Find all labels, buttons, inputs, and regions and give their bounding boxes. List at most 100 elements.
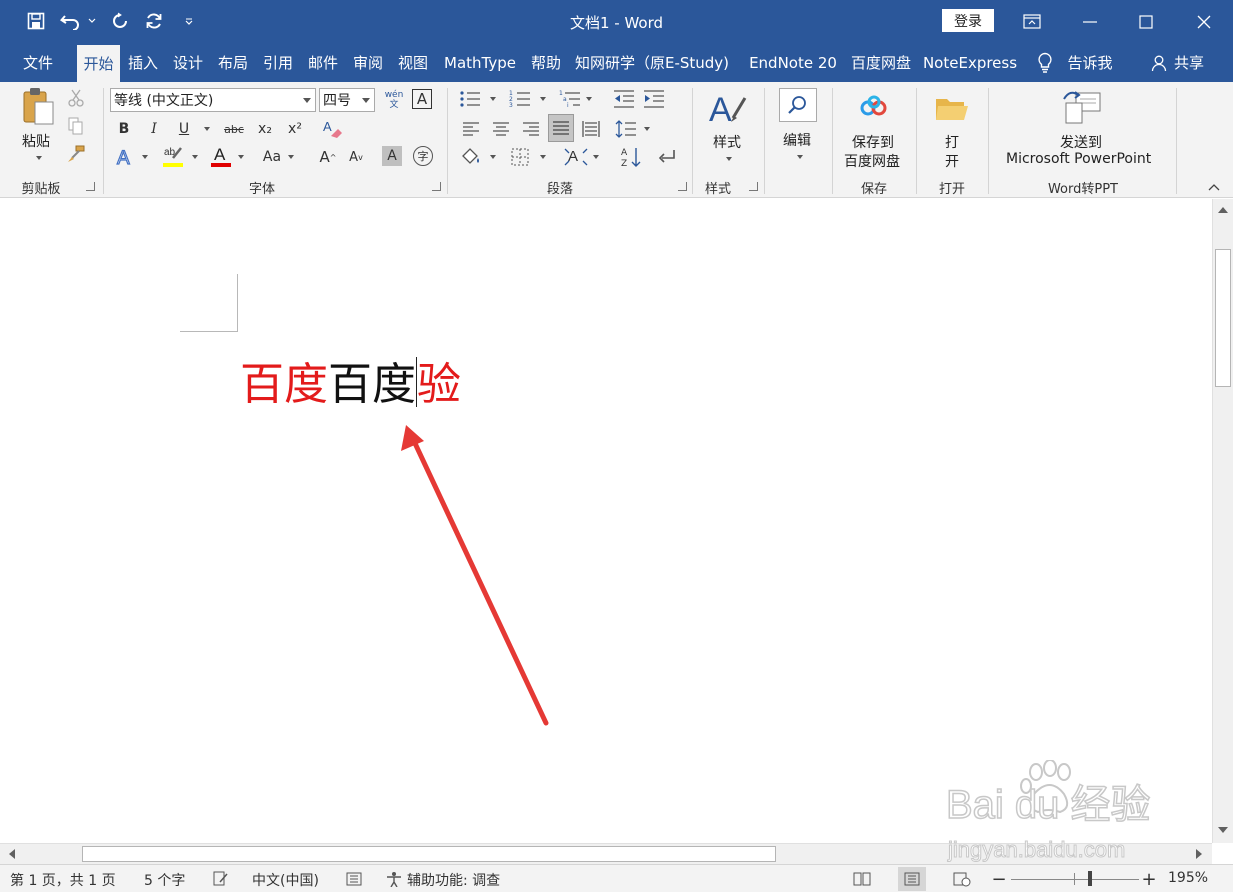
zoom-level[interactable]: 195% [1168,870,1208,886]
proofing-icon[interactable] [212,870,230,888]
tab-review[interactable]: 审阅 [348,43,388,82]
clipboard-dialog-launcher[interactable] [86,182,95,191]
highlight-dropdown-icon[interactable] [192,155,198,159]
undo-icon[interactable] [58,8,84,34]
editing-dropdown-icon[interactable] [797,155,803,159]
superscript-icon[interactable]: x² [284,118,306,140]
tab-home[interactable]: 开始 [77,45,120,82]
editing-label[interactable]: 编辑 [783,130,811,150]
format-painter-icon[interactable] [66,144,86,164]
chinese-layout-dropdown-icon[interactable] [593,155,599,159]
borders-icon[interactable] [508,145,532,169]
character-shading-icon[interactable]: A [382,146,402,166]
open-label-line2[interactable]: 开 [945,151,959,171]
ribbon-display-options-icon[interactable] [1003,0,1061,43]
phonetic-guide-icon[interactable]: wén 文 [383,88,405,112]
tab-insert[interactable]: 插入 [123,43,163,82]
character-border-icon[interactable]: A [412,89,432,109]
tab-mailings[interactable]: 邮件 [303,43,343,82]
tab-design[interactable]: 设计 [168,43,208,82]
scroll-up-icon[interactable] [1216,202,1230,216]
tab-view[interactable]: 视图 [393,43,433,82]
italic-icon[interactable]: I [145,118,163,140]
subscript-icon[interactable]: x₂ [254,118,276,140]
lightbulb-icon[interactable] [1034,43,1056,82]
tab-cnki-estudy[interactable]: 知网研学（原E-Study) [571,43,733,82]
find-search-icon[interactable] [779,88,817,122]
clear-formatting-icon[interactable]: A [320,117,344,141]
decrease-indent-icon[interactable] [612,89,636,109]
multilevel-list-icon[interactable]: 1ai [558,89,582,109]
font-color-icon[interactable]: A [209,144,233,168]
highlight-color-icon[interactable]: ab [160,144,186,168]
paste-dropdown-icon[interactable] [36,156,42,160]
tab-endnote[interactable]: EndNote 20 [746,43,840,82]
strikethrough-icon[interactable]: abc [221,118,247,140]
copy-icon[interactable] [66,116,86,136]
paste-label[interactable]: 粘贴 [22,131,50,151]
zoom-slider-thumb[interactable] [1088,871,1093,886]
bullets-icon[interactable] [458,89,482,109]
send-to-powerpoint-icon[interactable] [1061,88,1103,126]
save-to-label-line1[interactable]: 保存到 [852,132,894,152]
vertical-scroll-thumb[interactable] [1215,249,1231,387]
line-spacing-dropdown-icon[interactable] [644,127,650,131]
scroll-down-icon[interactable] [1216,823,1230,837]
accessibility-status[interactable]: 辅助功能: 调查 [407,870,500,890]
increase-indent-icon[interactable] [642,89,666,109]
login-button[interactable]: 登录 [942,9,994,32]
language-indicator[interactable]: 中文(中国) [252,870,319,890]
share-person-icon[interactable] [1150,43,1170,82]
font-name-combo[interactable]: 等线 (中文正文) [110,88,316,112]
paragraph-dialog-launcher[interactable] [678,182,687,191]
tab-help[interactable]: 帮助 [526,43,566,82]
send-to-label-line2[interactable]: Microsoft PowerPoint [1006,151,1151,167]
grow-font-icon[interactable]: A ^ [318,146,338,168]
tab-baidu-netdisk[interactable]: 百度网盘 [846,43,916,82]
align-center-icon[interactable] [490,118,512,140]
tab-noteexpress[interactable]: NoteExpress [920,43,1020,82]
document-canvas[interactable]: 百度百度验 [0,199,1212,843]
enclose-characters-icon[interactable]: 字 [413,146,433,166]
paste-icon[interactable] [18,86,58,126]
refresh-icon[interactable] [142,8,166,34]
font-size-combo[interactable]: 四号 [319,88,375,112]
chinese-layout-icon[interactable]: A [563,145,589,169]
print-layout-icon[interactable] [898,867,926,891]
sort-icon[interactable]: AZ [619,145,643,169]
redo-icon[interactable] [108,8,132,34]
save-to-label-line2[interactable]: 百度网盘 [844,151,900,171]
underline-dropdown-icon[interactable] [204,127,210,131]
change-case-icon[interactable]: Aa [259,146,285,168]
page-count[interactable]: 第 1 页，共 1 页 [10,870,116,890]
zoom-out-icon[interactable]: − [991,869,1007,890]
close-icon[interactable] [1175,0,1233,43]
multilevel-dropdown-icon[interactable] [586,97,592,101]
scroll-left-icon[interactable] [4,847,18,861]
macro-recording-icon[interactable] [345,870,363,888]
tab-layout[interactable]: 布局 [213,43,253,82]
word-count[interactable]: 5 个字 [144,870,185,890]
save-icon[interactable] [24,8,48,34]
maximize-icon[interactable] [1117,0,1175,43]
horizontal-scroll-thumb[interactable] [82,846,776,862]
accessibility-icon[interactable] [384,870,404,888]
read-mode-icon[interactable] [852,870,872,888]
distributed-icon[interactable] [580,118,602,140]
align-left-icon[interactable] [460,118,482,140]
font-dialog-launcher[interactable] [432,182,441,191]
shrink-font-icon[interactable]: Av [346,146,366,168]
open-label-line1[interactable]: 打 [945,132,959,152]
zoom-in-icon[interactable]: + [1141,869,1157,890]
show-formatting-marks-icon[interactable] [655,145,679,169]
styles-dialog-launcher[interactable] [749,182,758,191]
tab-file[interactable]: 文件 [16,43,60,82]
line-spacing-icon[interactable] [614,118,638,140]
align-right-icon[interactable] [520,118,542,140]
borders-dropdown-icon[interactable] [540,155,546,159]
web-layout-icon[interactable] [952,870,972,888]
justify-icon[interactable] [548,114,574,142]
share-button[interactable]: 共享 [1172,43,1206,82]
text-effects-dropdown-icon[interactable] [142,155,148,159]
tell-me-search[interactable]: 告诉我 [1062,43,1118,82]
